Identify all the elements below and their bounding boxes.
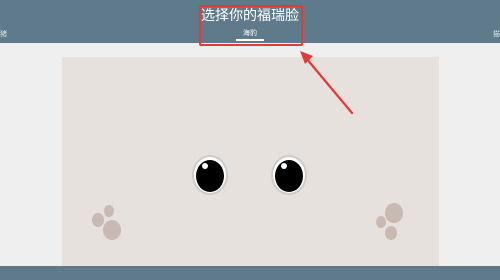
arrow-annotation-icon <box>300 51 354 115</box>
